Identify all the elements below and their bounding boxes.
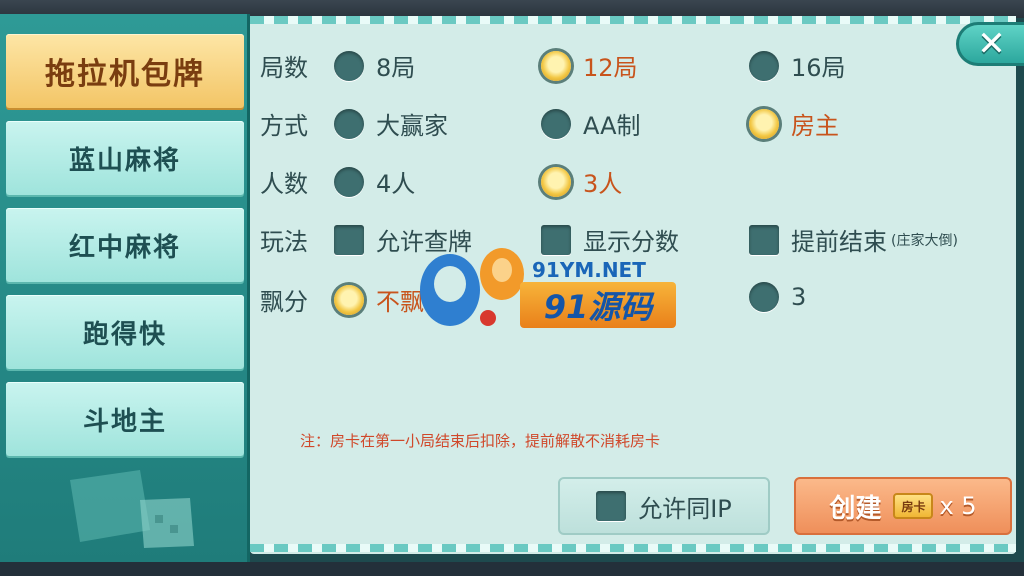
sidebar-item-label: 拖拉机包牌 [45, 57, 205, 92]
mahjong-tiles-decoration [70, 470, 194, 548]
option-label: 大赢家 [376, 112, 448, 140]
watermark-name: 91源码 [520, 282, 676, 328]
rules-label: 玩法 [260, 228, 308, 256]
players-label: 人数 [260, 170, 308, 198]
mode-label: 方式 [260, 112, 308, 140]
sidebar-item-hongzhong-mahjong[interactable]: 红中麻将 [6, 208, 244, 282]
checkbox-icon [334, 224, 364, 255]
watermark-url: 91YM.NET [532, 258, 646, 282]
rounds-label: 局数 [260, 54, 308, 82]
radio-icon [334, 108, 364, 139]
option-label: 12局 [583, 54, 638, 82]
option-label: 房主 [791, 112, 839, 140]
allow-same-ip-toggle[interactable]: 允许同IP [558, 477, 770, 535]
sidebar-item-doudizhu[interactable]: 斗地主 [6, 382, 244, 456]
option-label: 16局 [791, 54, 846, 82]
checkbox-icon [596, 491, 627, 521]
option-label: 3 [791, 283, 807, 311]
allow-same-ip-label: 允许同IP [638, 494, 732, 523]
rounds-option-16[interactable]: 16局 [749, 48, 846, 83]
radio-selected-icon [541, 166, 571, 197]
create-room-button[interactable]: 创建 房卡 x 5 [794, 477, 1012, 535]
option-label: 8局 [376, 54, 416, 82]
card-cost: x 5 [939, 492, 977, 520]
radio-selected-icon [749, 108, 779, 139]
radio-icon [749, 50, 779, 81]
players-option-3[interactable]: 3人 [541, 164, 622, 199]
rules-option-early-end[interactable]: 提前结束 (庄家大倒) [749, 222, 958, 257]
sidebar-item-label: 红中麻将 [68, 232, 181, 263]
sidebar-item-label: 跑得快 [82, 319, 167, 350]
radio-icon [334, 166, 364, 197]
radio-icon [541, 108, 571, 139]
option-label: AA制 [583, 112, 641, 140]
sidebar-item-label: 蓝山麻将 [68, 145, 181, 176]
mode-option-aa[interactable]: AA制 [541, 106, 641, 141]
option-label: 提前结束 [791, 228, 887, 256]
option-sublabel: (庄家大倒) [891, 232, 958, 249]
sidebar-item-tractor[interactable]: 拖拉机包牌 [6, 34, 244, 108]
create-label: 创建 [829, 493, 882, 524]
sidebar-item-paodekuai[interactable]: 跑得快 [6, 295, 244, 369]
radio-selected-icon [334, 284, 364, 315]
rounds-option-12[interactable]: 12局 [541, 48, 638, 83]
rounds-option-8[interactable]: 8局 [334, 48, 415, 83]
room-card-note: 注：房卡在第一小局结束后扣除，提前解散不消耗房卡 [300, 432, 661, 450]
close-button[interactable]: ✕ [956, 22, 1024, 66]
radio-selected-icon [541, 50, 571, 81]
radio-icon [749, 282, 779, 312]
checkbox-icon [749, 224, 779, 255]
room-card-icon: 房卡 [893, 493, 934, 519]
option-label: 4人 [376, 170, 416, 198]
panel-border-top [250, 16, 1016, 24]
players-option-4[interactable]: 4人 [334, 164, 415, 199]
radio-icon [334, 50, 364, 81]
float-option-3[interactable]: 3 [749, 282, 806, 312]
sidebar-item-lanshan-mahjong[interactable]: 蓝山麻将 [6, 121, 244, 195]
panel-border-bottom [250, 544, 1016, 552]
mode-option-host[interactable]: 房主 [749, 106, 839, 141]
option-label: 3人 [583, 170, 623, 198]
float-label: 飘分 [260, 288, 308, 316]
close-icon: ✕ [977, 24, 1006, 64]
sidebar-item-label: 斗地主 [82, 406, 167, 437]
game-sidebar: 拖拉机包牌 蓝山麻将 红中麻将 跑得快 斗地主 [0, 14, 250, 566]
mode-option-big-winner[interactable]: 大赢家 [334, 106, 448, 141]
bottom-strip [0, 562, 1024, 576]
